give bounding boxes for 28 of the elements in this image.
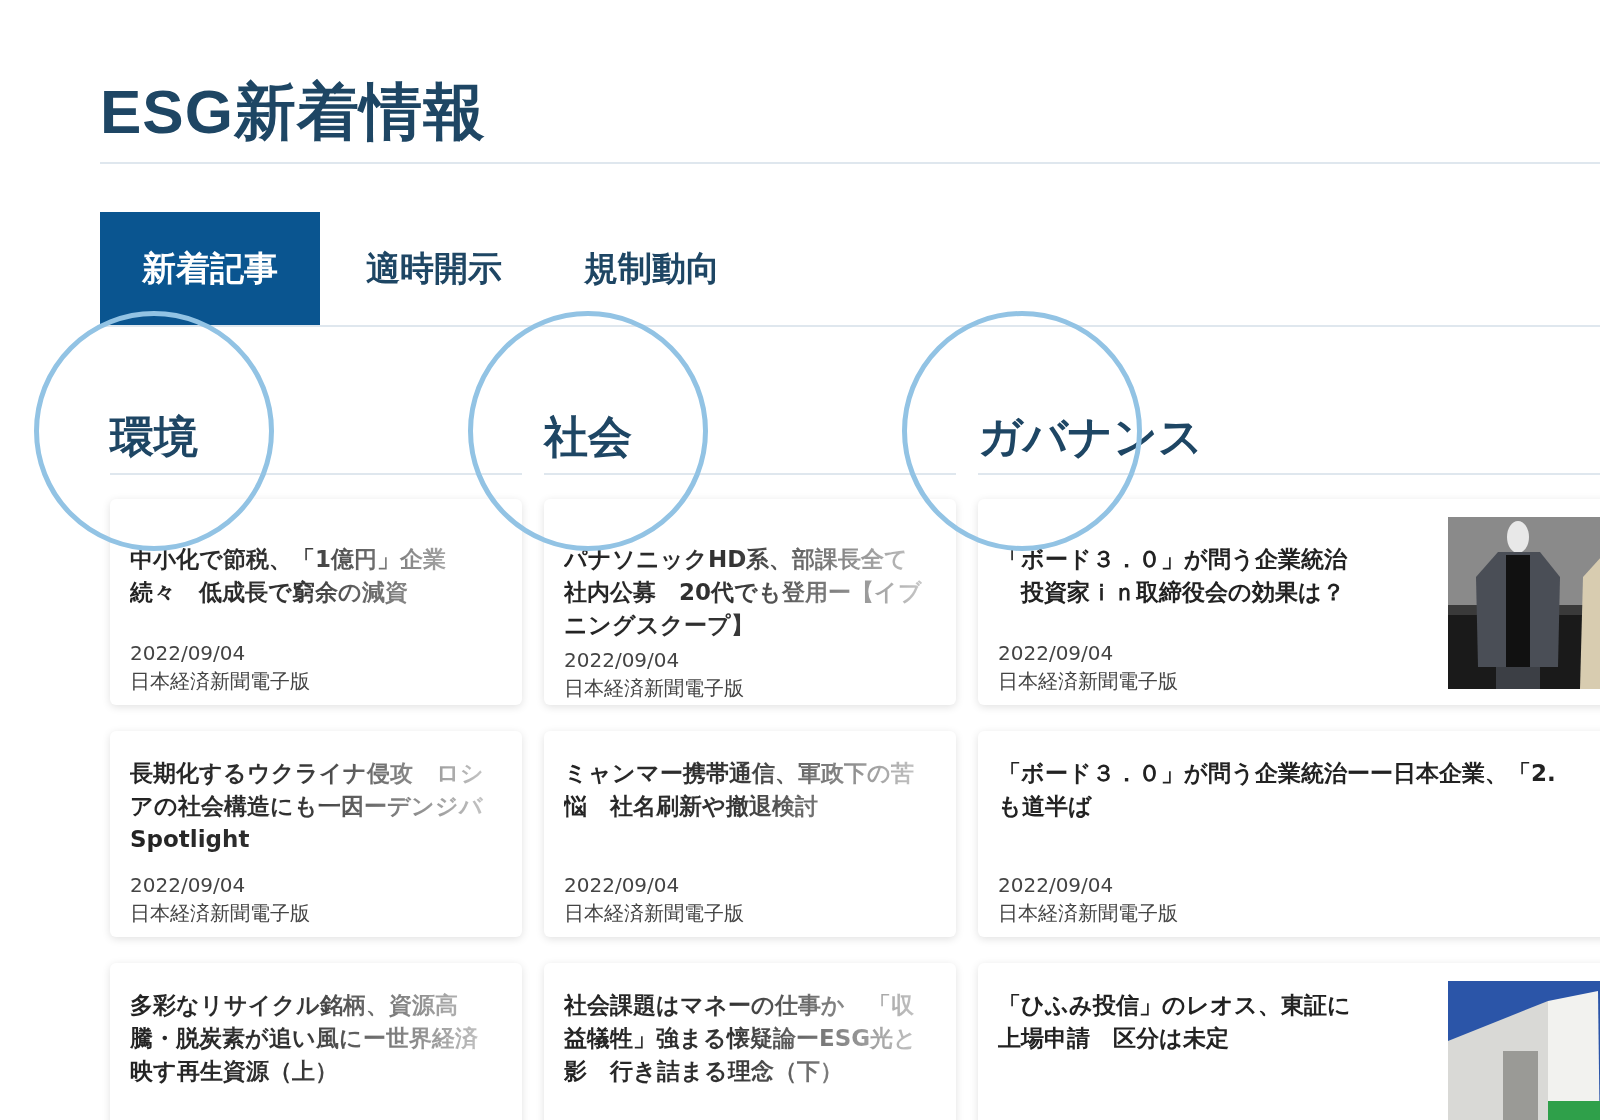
article-source: 日本経済新聞電子版 [998, 668, 1179, 695]
article-card[interactable]: 長期化するウクライナ侵攻 ロシ アの社会構造にも一因ーデンジバ Spotlight 2022/09/04 日本経済新聞電子版 [110, 731, 522, 937]
article-source: 日本経済新聞電子版 [564, 675, 745, 702]
tab[interactable]: 適時開示 [330, 212, 538, 325]
article-date: 2022/09/04 [998, 872, 1115, 899]
article-date: 2022/09/04 [564, 872, 681, 899]
article-date: 2022/09/04 [130, 872, 247, 899]
article-date: 2022/09/04 [564, 647, 681, 674]
page-title: ESG新着情報 [100, 76, 487, 148]
article-card[interactable]: パナソニックHD系、部課長全て 社内公募 20代でも登用ー【イブ ニングスクープ】 2022/09/04 日本経済新聞電子版 [544, 499, 956, 705]
article-source: 日本経済新聞電子版 [564, 900, 745, 927]
article-source: 日本経済新聞電子版 [130, 668, 311, 695]
article-title: 「ひふみ投信」のレオス、東証に 上場申請 区分は未定 [998, 991, 1352, 1053]
article-source: 日本経済新聞電子版 [130, 900, 311, 927]
article-card[interactable]: ミャンマー携帯通信、軍政下の苦 悩 社名刷新や撤退検討 2022/09/04 日本経済新聞電子版 [544, 731, 956, 937]
article-card[interactable]: 多彩なリサイクル銘柄、資源高 騰・脱炭素が追い風にー世界経済 映す再生資源（上） [110, 963, 522, 1120]
article-card[interactable]: 中小化で節税、「1億円」企業 続々 低成長で窮余の減資 2022/09/04 日本経済新聞電子版 [110, 499, 522, 705]
article-date: 2022/09/04 [998, 640, 1115, 667]
tab[interactable]: 新着記事 [100, 212, 320, 325]
article-source: 日本経済新聞電子版 [998, 900, 1179, 927]
article-date: 2022/09/04 [130, 640, 247, 667]
article-card[interactable]: 「ひふみ投信」のレオス、東証に 上場申請 区分は未定 [978, 963, 1600, 1120]
tab[interactable]: 規制動向 [548, 212, 756, 325]
section-heading: 環境 [110, 410, 198, 464]
article-card[interactable]: 社会課題はマネーの仕事か 「収 益犠牲」強まる懐疑論ーESG光と 影 行き詰まる理念（下） [544, 963, 956, 1120]
article-title: 「ボード３．０」が問う企業統治ーー日本企業、「2. も道半ば [998, 759, 1557, 821]
article-card[interactable]: 「ボード３．０」が問う企業統治ーー日本企業、「2. も道半ば 2022/09/04 日本経済新聞電子版 [978, 731, 1600, 937]
section-heading: 社会 [544, 410, 632, 464]
